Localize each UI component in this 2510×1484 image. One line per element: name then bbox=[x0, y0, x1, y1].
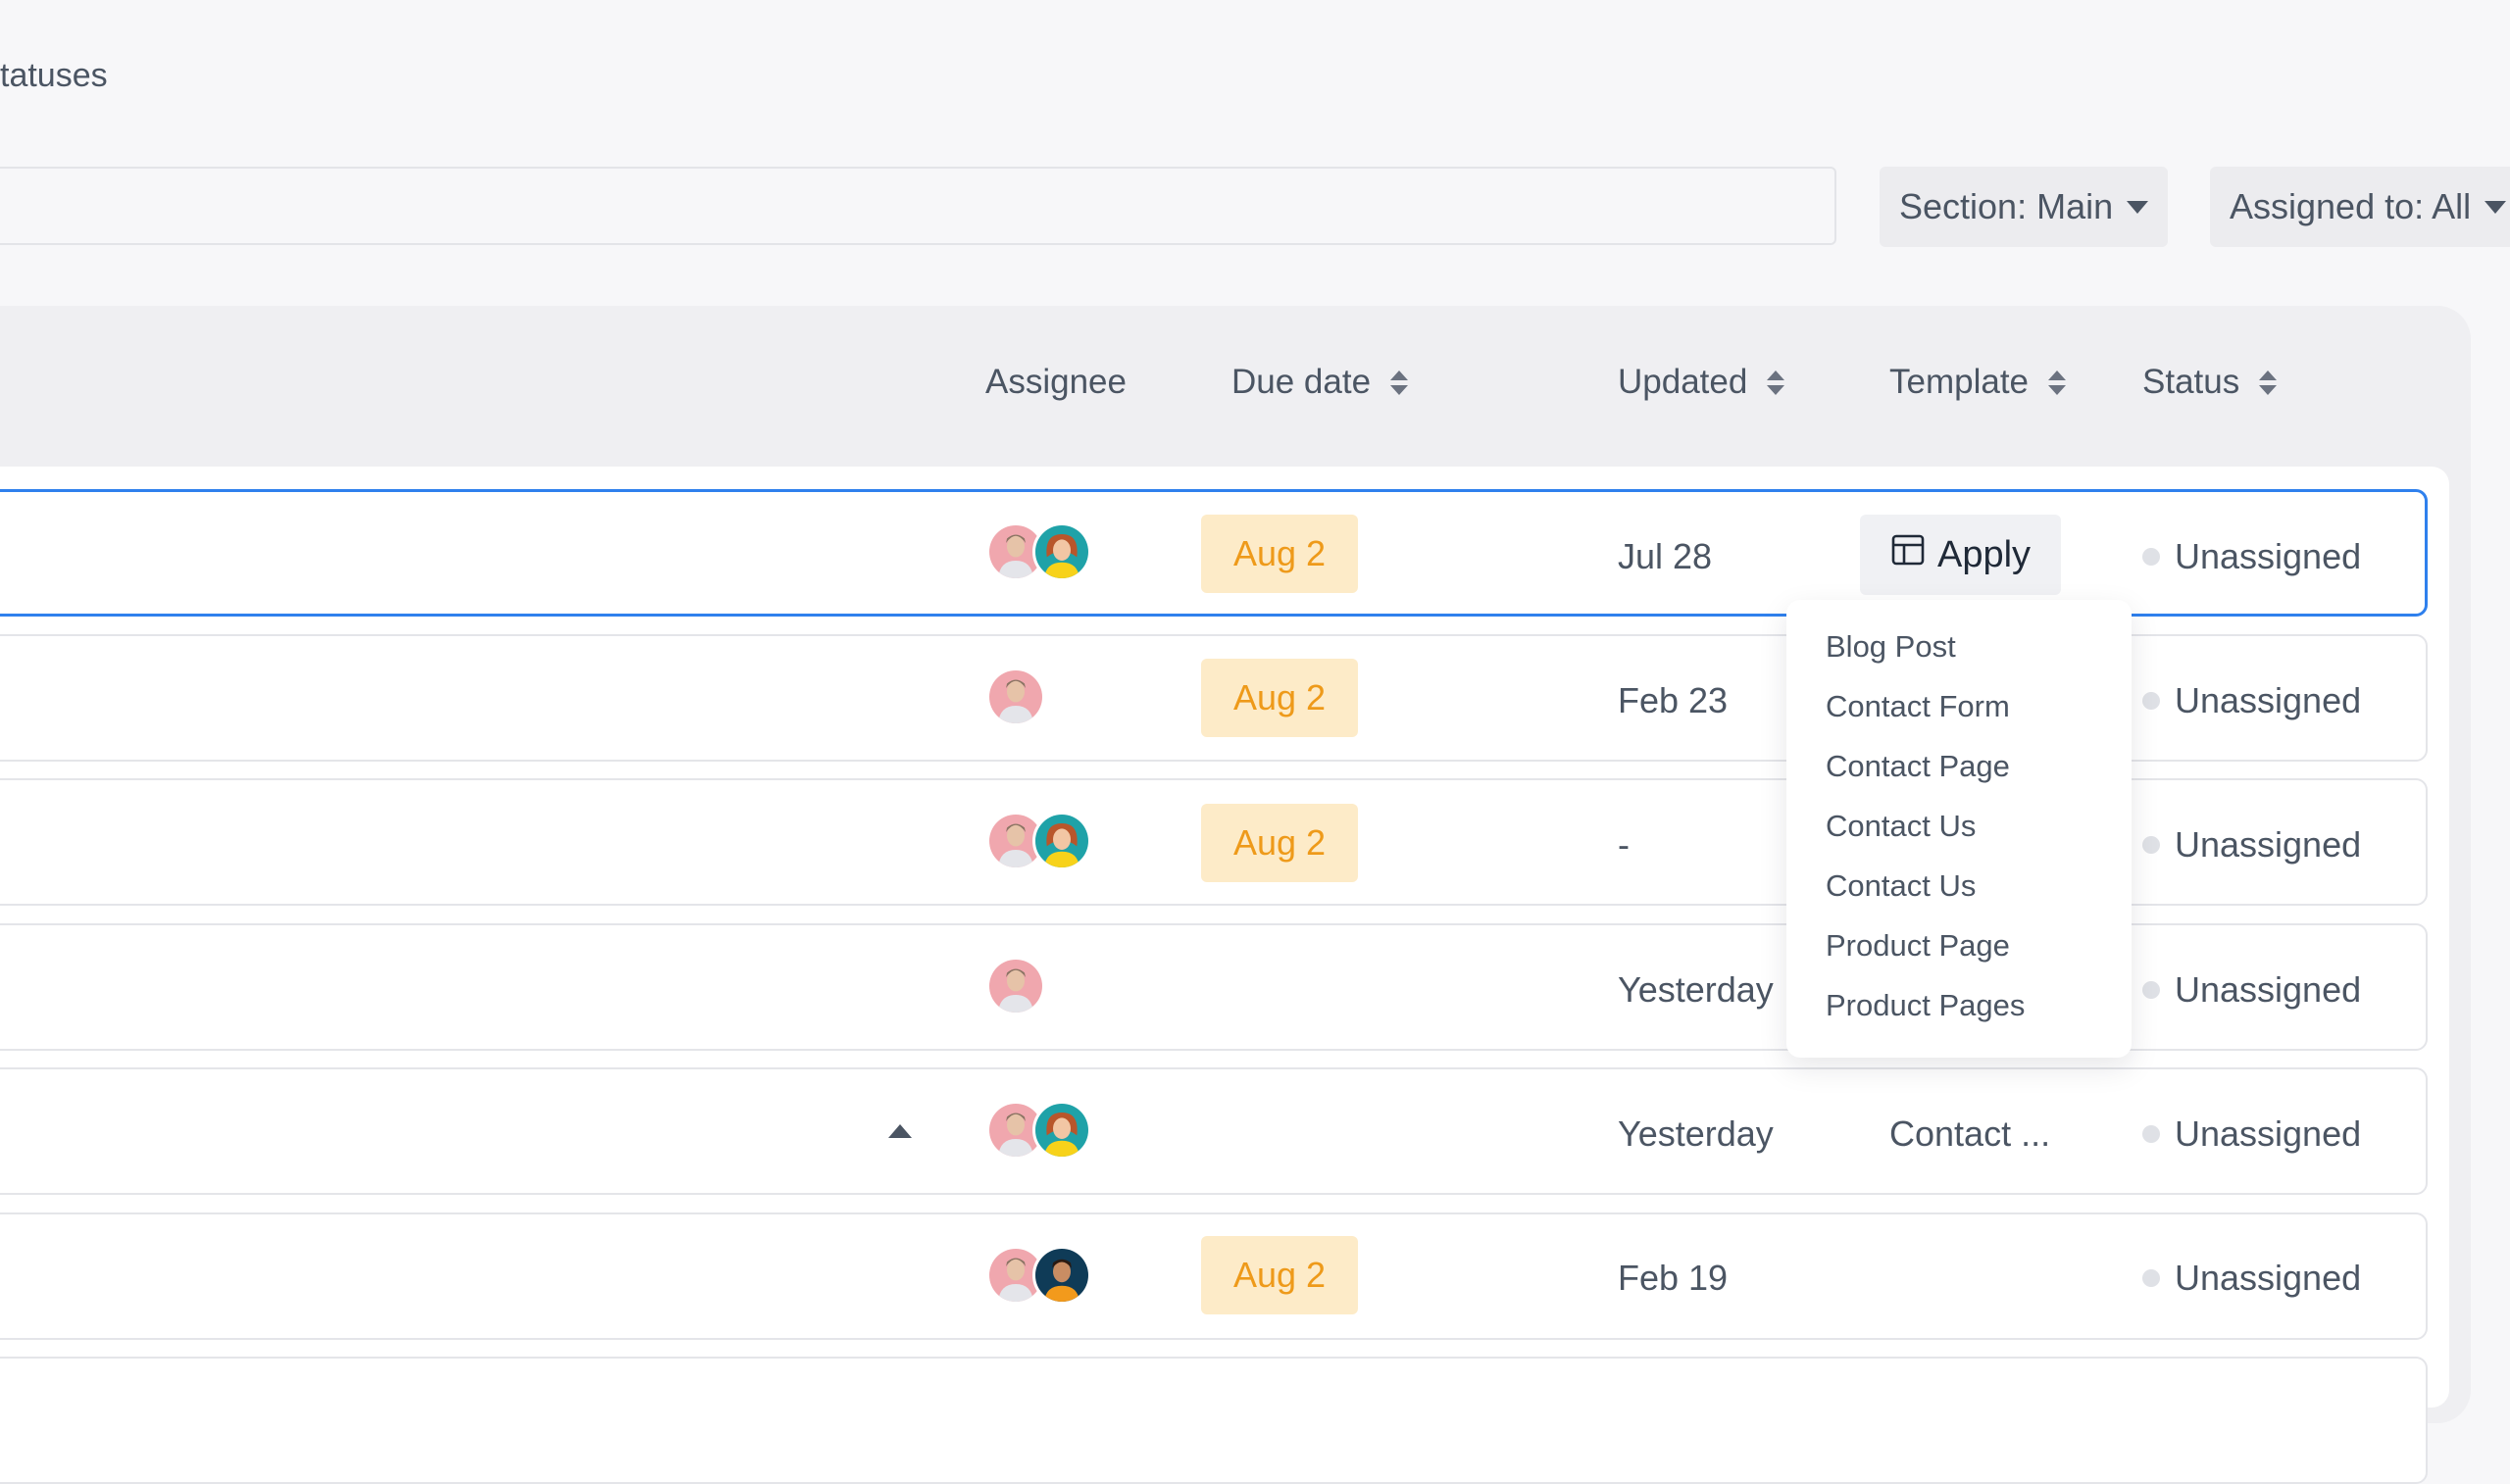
section-filter-label: Section: Main bbox=[1899, 186, 2114, 226]
apply-template-button[interactable]: Apply bbox=[1860, 515, 2061, 595]
template-option[interactable]: Contact Form bbox=[1826, 689, 2010, 724]
page-title: tatuses bbox=[0, 57, 108, 94]
template-option[interactable]: Product Pages bbox=[1826, 988, 2025, 1023]
status-cell[interactable]: Unassigned bbox=[2142, 1113, 2361, 1155]
column-header-label: Updated bbox=[1618, 363, 1748, 401]
apply-button-label: Apply bbox=[1936, 533, 2032, 575]
updated-date: Feb 19 bbox=[1618, 1258, 1729, 1298]
column-header-due-date[interactable]: Due date bbox=[1231, 363, 1409, 402]
column-header-status[interactable]: Status bbox=[2142, 363, 2278, 402]
due-date-badge: Aug 2 bbox=[1201, 515, 1358, 593]
status-label: Unassigned bbox=[2175, 969, 2362, 1010]
status-label: Unassigned bbox=[2175, 1113, 2362, 1154]
user-woman-avatar bbox=[1032, 522, 1091, 581]
assigned-filter[interactable]: Assigned to: All bbox=[2210, 167, 2510, 247]
status-cell[interactable]: Unassigned bbox=[2142, 969, 2361, 1011]
user-man-avatar bbox=[986, 668, 1045, 726]
status-label: Unassigned bbox=[2175, 1258, 2362, 1298]
status-cell[interactable]: Unassigned bbox=[2142, 680, 2361, 721]
column-header-label: Status bbox=[2142, 363, 2240, 401]
updated-date: - bbox=[1618, 824, 1630, 865]
column-header-label: Template bbox=[1889, 363, 2030, 401]
status-label: Unassigned bbox=[2175, 680, 2362, 720]
status-dot-icon bbox=[2142, 836, 2160, 854]
status-dot-icon bbox=[2142, 981, 2160, 999]
column-header-label: Due date bbox=[1231, 363, 1372, 401]
table-row[interactable] bbox=[0, 1357, 2428, 1484]
sort-icon[interactable] bbox=[2048, 370, 2067, 395]
template-name[interactable]: Contact ... bbox=[1889, 1113, 2050, 1155]
updated-date: Feb 23 bbox=[1618, 680, 1729, 720]
column-header-template[interactable]: Template bbox=[1889, 363, 2067, 402]
column-header-assignee: Assignee bbox=[985, 363, 1127, 402]
updated-date: Yesterday bbox=[1618, 969, 1774, 1010]
template-option[interactable]: Product Page bbox=[1826, 928, 2010, 964]
sort-icon[interactable] bbox=[1390, 370, 1409, 395]
status-cell[interactable]: Unassigned bbox=[2142, 824, 2361, 866]
status-dot-icon bbox=[2142, 1269, 2160, 1287]
updated-date: Yesterday bbox=[1618, 1113, 1774, 1154]
status-label: Unassigned bbox=[2175, 824, 2362, 865]
due-date-badge: Aug 2 bbox=[1201, 1236, 1358, 1314]
user-woman-avatar bbox=[1032, 812, 1091, 870]
collapse-arrow-icon[interactable] bbox=[888, 1124, 912, 1138]
status-dot-icon bbox=[2142, 548, 2160, 566]
user-man-dark-avatar bbox=[1032, 1246, 1091, 1305]
status-dot-icon bbox=[2142, 692, 2160, 710]
column-header-updated[interactable]: Updated bbox=[1618, 363, 1785, 402]
section-filter[interactable]: Section: Main bbox=[1880, 167, 2169, 247]
due-date-badge: Aug 2 bbox=[1201, 659, 1358, 737]
column-header-label: Assignee bbox=[985, 363, 1127, 401]
sort-icon[interactable] bbox=[1767, 370, 1785, 395]
updated-date: Jul 28 bbox=[1618, 536, 1713, 576]
chevron-down-icon bbox=[2485, 200, 2507, 214]
template-option[interactable]: Contact Us bbox=[1826, 868, 1976, 904]
user-woman-avatar bbox=[1032, 1101, 1091, 1160]
template-option[interactable]: Contact Us bbox=[1826, 809, 1976, 844]
user-man-avatar bbox=[986, 957, 1045, 1015]
template-icon bbox=[1890, 532, 1926, 577]
sort-icon[interactable] bbox=[2259, 370, 2278, 395]
template-option[interactable]: Contact Page bbox=[1826, 749, 2010, 784]
status-label: Unassigned bbox=[2175, 536, 2362, 576]
assigned-filter-label: Assigned to: All bbox=[2230, 186, 2472, 226]
status-dot-icon bbox=[2142, 1125, 2160, 1143]
search-input[interactable] bbox=[0, 167, 1836, 245]
template-option[interactable]: Blog Post bbox=[1826, 629, 1956, 665]
table-row[interactable] bbox=[0, 1067, 2428, 1195]
template-dropdown-menu: Blog Post Contact Form Contact Page Cont… bbox=[1786, 600, 2132, 1058]
status-cell[interactable]: Unassigned bbox=[2142, 1258, 2361, 1299]
chevron-down-icon bbox=[2127, 200, 2149, 214]
status-cell[interactable]: Unassigned bbox=[2142, 536, 2361, 577]
due-date-badge: Aug 2 bbox=[1201, 804, 1358, 882]
